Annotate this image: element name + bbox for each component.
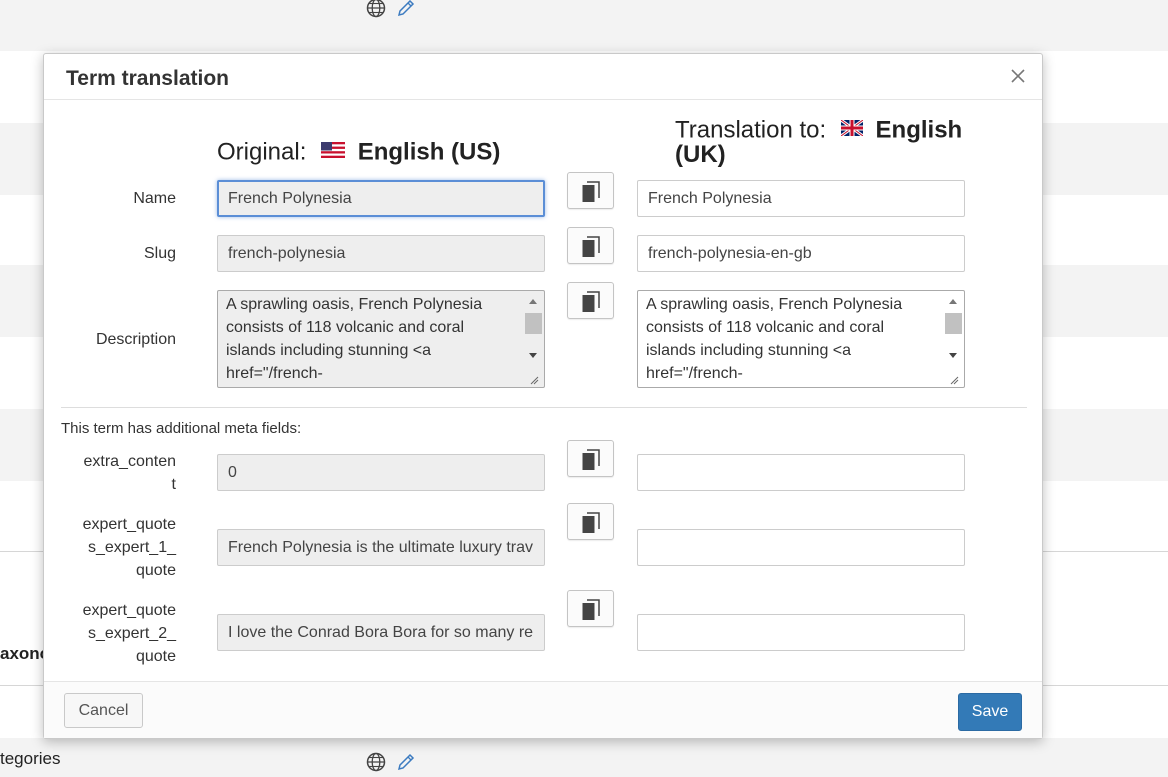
scroll-down-arrow-icon[interactable] [529, 353, 537, 358]
label-line: expert_quote [82, 602, 176, 619]
translation-column-heading: Translation to: English (UK) [675, 116, 1015, 168]
expert-quote-1-translation-field[interactable] [637, 529, 965, 566]
extra-content-original-field[interactable]: 0 [217, 454, 545, 491]
copy-icon [582, 236, 600, 257]
scroll-up-arrow-icon[interactable] [529, 299, 537, 304]
label-line: t [171, 476, 176, 493]
copy-name-button[interactable] [567, 172, 614, 209]
translation-prefix: Translation to: [675, 116, 827, 144]
pencil-icon[interactable] [396, 752, 416, 777]
close-icon[interactable] [1008, 66, 1028, 86]
resize-grip-icon[interactable] [529, 375, 539, 385]
expert-quote-2-label: expert_quote s_expert_2_ quote [44, 599, 176, 668]
label-line: quote [135, 562, 176, 579]
bg-row [0, 0, 1168, 51]
slug-original-field[interactable]: french-polynesia [217, 235, 545, 272]
copy-icon [582, 599, 600, 620]
original-prefix: Original: [217, 138, 307, 166]
text-line: consists of 118 volcanic and coral [646, 319, 885, 336]
scrollbar[interactable] [525, 293, 542, 387]
copy-icon [582, 181, 600, 202]
meta-fields-note: This term has additional meta fields: [61, 420, 302, 437]
globe-icon[interactable] [366, 0, 386, 23]
resize-grip-icon[interactable] [949, 375, 959, 385]
text-line: consists of 118 volcanic and coral [226, 319, 465, 336]
scroll-thumb[interactable] [945, 313, 962, 334]
translation-language: English [875, 116, 963, 144]
modal-footer: Cancel Save [44, 681, 1042, 738]
extra-content-label: extra_conten t [44, 450, 176, 496]
globe-icon[interactable] [366, 752, 386, 777]
expert-quote-1-original-field[interactable]: French Polynesia is the ultimate luxury … [217, 529, 545, 566]
name-label: Name [133, 190, 176, 207]
bg-row-actions [366, 0, 416, 23]
us-flag-icon [321, 140, 346, 162]
section-divider [61, 407, 1027, 408]
text-line: islands including stunning <a [646, 342, 852, 359]
pencil-icon[interactable] [396, 0, 416, 23]
label-line: s_expert_2_ [87, 625, 176, 642]
extra-content-translation-field[interactable] [637, 454, 965, 491]
modal-header: Term translation [44, 54, 1042, 100]
bg-row-actions [366, 752, 416, 777]
expert-quote-2-translation-field[interactable] [637, 614, 965, 651]
description-original-textarea[interactable]: A sprawling oasis, French Polynesia cons… [217, 290, 545, 388]
text-line: A sprawling oasis, French Polynesia [646, 296, 903, 313]
expert-quote-1-label: expert_quote s_expert_1_ quote [44, 513, 176, 582]
label-line: extra_conten [83, 453, 176, 470]
text-line: href="/french- [646, 365, 743, 382]
text-line: A sprawling oasis, French Polynesia [226, 296, 483, 313]
name-translation-field[interactable]: French Polynesia [637, 180, 965, 217]
copy-expert-quote-1-button[interactable] [567, 503, 614, 540]
original-language: English (US) [357, 138, 501, 166]
scroll-thumb[interactable] [525, 313, 542, 334]
name-original-field[interactable]: French Polynesia [217, 180, 545, 217]
expert-quote-2-original-field[interactable]: I love the Conrad Bora Bora for so many … [217, 614, 545, 651]
slug-translation-field[interactable]: french-polynesia-en-gb [637, 235, 965, 272]
bg-categories-label: tegories [0, 749, 61, 768]
label-line: expert_quote [82, 516, 176, 533]
copy-slug-button[interactable] [567, 227, 614, 264]
scrollbar[interactable] [945, 293, 962, 387]
copy-icon [582, 449, 600, 470]
translation-language-region: (UK) [675, 141, 726, 168]
cancel-button[interactable]: Cancel [64, 693, 143, 728]
copy-extra-content-button[interactable] [567, 440, 614, 477]
term-translation-dialog: Term translation Original: English (US) … [43, 53, 1043, 739]
bg-row [0, 738, 1168, 777]
label-line: s_expert_1_ [87, 539, 176, 556]
label-line: quote [135, 648, 176, 665]
original-column-heading: Original: English (US) [217, 140, 500, 166]
scroll-down-arrow-icon[interactable] [949, 353, 957, 358]
copy-icon [582, 291, 600, 312]
text-line: href="/french- [226, 365, 323, 382]
copy-icon [582, 512, 600, 533]
description-label: Description [95, 331, 176, 348]
modal-title: Term translation [66, 67, 229, 90]
uk-flag-icon [839, 118, 864, 140]
scroll-up-arrow-icon[interactable] [949, 299, 957, 304]
copy-description-button[interactable] [567, 282, 614, 319]
save-button[interactable]: Save [958, 693, 1022, 731]
description-translation-textarea[interactable]: A sprawling oasis, French Polynesia cons… [637, 290, 965, 388]
copy-expert-quote-2-button[interactable] [567, 590, 614, 627]
text-line: islands including stunning <a [226, 342, 432, 359]
slug-label: Slug [143, 245, 176, 262]
